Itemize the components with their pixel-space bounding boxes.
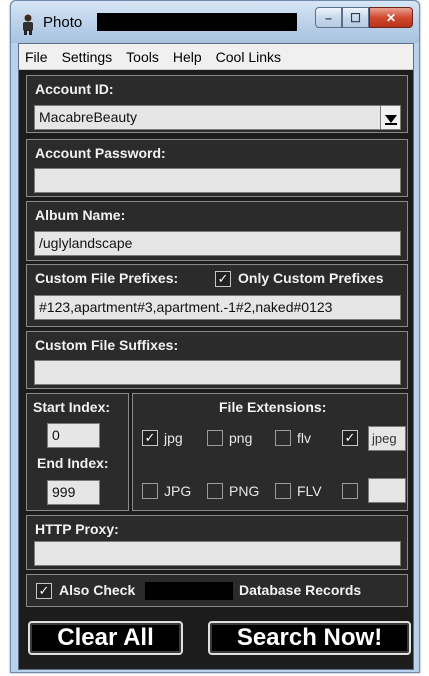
ext-JPG-upper-label: JPG (164, 483, 192, 499)
album-name-panel: Album Name: /uglylandscape (26, 201, 408, 261)
custom-prefixes-panel: Custom File Prefixes: ✓ Only Custom Pref… (26, 264, 408, 327)
file-extensions-panel: File Extensions: ✓ jpg png flv ✓ jpeg JP… (132, 393, 408, 511)
ext-jpg-label: jpg (164, 430, 183, 446)
close-button[interactable]: ✕ (369, 7, 413, 28)
account-id-value: MacabreBeauty (39, 109, 138, 125)
minimize-button[interactable]: – (315, 7, 342, 28)
account-password-label: Account Password: (35, 145, 166, 161)
redacted-title-block (97, 13, 297, 31)
custom-suffixes-field[interactable] (34, 360, 401, 385)
app-person-icon (23, 14, 33, 35)
ext-JPG-upper-checkbox[interactable] (142, 483, 158, 499)
also-check-checkbox[interactable]: ✓ (36, 583, 52, 599)
client-area: File Settings Tools Help Cool Links Acco… (18, 43, 414, 670)
dropdown-arrow-icon[interactable] (380, 106, 400, 129)
account-password-panel: Account Password: (26, 139, 408, 197)
custom-prefixes-label: Custom File Prefixes: (35, 270, 179, 286)
ext-jpg-checkbox[interactable]: ✓ (142, 430, 158, 446)
ext-FLV-upper-label: FLV (297, 483, 322, 499)
ext-flv-checkbox[interactable] (275, 430, 291, 446)
file-extensions-label: File Extensions: (219, 399, 327, 415)
menu-settings[interactable]: Settings (62, 49, 113, 65)
menu-cool-links[interactable]: Cool Links (216, 49, 281, 65)
http-proxy-panel: HTTP Proxy: (26, 515, 408, 570)
ext-png-checkbox[interactable] (207, 430, 223, 446)
window-title: Photo (43, 14, 83, 31)
index-panel: Start Index: 0 End Index: 999 (26, 393, 129, 511)
http-proxy-label: HTTP Proxy: (35, 521, 119, 537)
only-custom-prefixes-label: Only Custom Prefixes (238, 270, 384, 286)
menu-bar: File Settings Tools Help Cool Links (19, 44, 413, 70)
account-id-label: Account ID: (35, 81, 114, 97)
ext-custom1-field[interactable]: jpeg (368, 426, 406, 451)
ext-custom1-checkbox[interactable]: ✓ (342, 430, 358, 446)
redacted-database-name (145, 582, 233, 600)
app-window: Photo – ☐ ✕ File Settings Tools Help Coo… (10, 0, 420, 673)
also-check-label-prefix: Also Check (59, 582, 136, 598)
ext-PNG-upper-checkbox[interactable] (207, 483, 223, 499)
custom-prefixes-field[interactable]: #123,apartment#3,apartment.-1#2,naked#01… (34, 295, 401, 320)
also-check-panel: ✓ Also Check Database Records (26, 574, 408, 607)
ext-PNG-upper-label: PNG (229, 483, 260, 499)
start-index-field[interactable]: 0 (47, 423, 100, 448)
http-proxy-field[interactable] (34, 541, 401, 566)
ext-FLV-upper-checkbox[interactable] (275, 483, 291, 499)
album-name-label: Album Name: (35, 207, 126, 223)
clear-all-button[interactable]: Clear All (28, 621, 183, 655)
menu-tools[interactable]: Tools (126, 49, 159, 65)
search-now-button[interactable]: Search Now! (208, 621, 411, 655)
maximize-button[interactable]: ☐ (342, 7, 369, 28)
custom-suffixes-label: Custom File Suffixes: (35, 337, 179, 353)
also-check-label-suffix: Database Records (239, 582, 362, 598)
menu-file[interactable]: File (25, 49, 48, 65)
account-id-panel: Account ID: MacabreBeauty (26, 75, 408, 133)
album-name-field[interactable]: /uglylandscape (34, 231, 401, 256)
ext-custom2-checkbox[interactable] (342, 483, 358, 499)
only-custom-prefixes-checkbox[interactable]: ✓ (215, 271, 231, 287)
ext-png-label: png (229, 430, 253, 446)
ext-flv-label: flv (297, 430, 311, 446)
ext-custom2-field[interactable] (368, 478, 406, 503)
title-bar[interactable]: Photo – ☐ ✕ (11, 1, 419, 43)
end-index-label: End Index: (37, 455, 109, 471)
menu-help[interactable]: Help (173, 49, 202, 65)
account-password-field[interactable] (34, 168, 401, 193)
custom-suffixes-panel: Custom File Suffixes: (26, 331, 408, 389)
start-index-label: Start Index: (33, 399, 111, 415)
end-index-field[interactable]: 999 (47, 480, 100, 505)
account-id-select[interactable]: MacabreBeauty (34, 105, 401, 130)
